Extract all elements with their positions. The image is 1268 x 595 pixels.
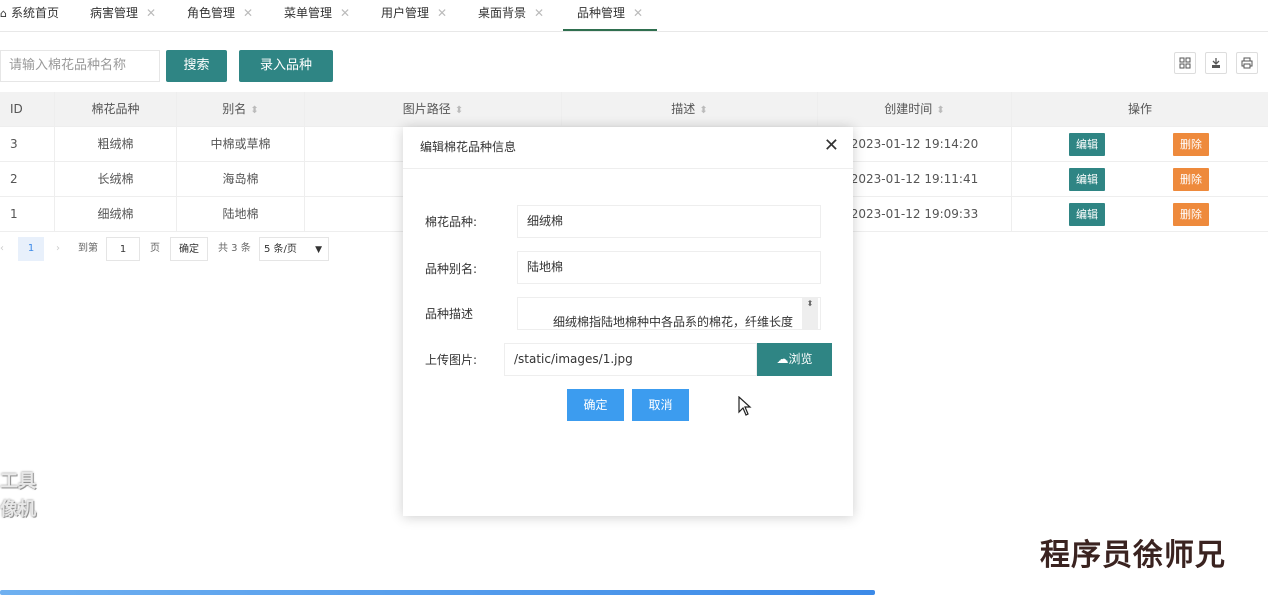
tab-role[interactable]: 角色管理 ✕ <box>187 0 253 31</box>
header-desc[interactable]: 描述 ⬍ <box>562 92 818 127</box>
header-label: 创建时间 <box>884 102 933 116</box>
page-size-select[interactable]: 5 条/页 ▼ <box>259 237 329 261</box>
cell-variety: 长绒棉 <box>55 162 177 197</box>
edit-button[interactable]: 编辑 <box>1069 168 1105 191</box>
tab-label: 品种管理 <box>577 6 626 20</box>
sort-icon[interactable]: ⬍ <box>250 105 258 116</box>
cell-alias: 陆地棉 <box>177 197 305 232</box>
edit-button[interactable]: 编辑 <box>1069 203 1105 226</box>
cell-alias: 中棉或草棉 <box>177 127 305 162</box>
tab-variety[interactable]: 品种管理 ✕ <box>563 0 658 31</box>
tab-home[interactable]: ⌂ 系统首页 <box>0 0 59 31</box>
desc-label: 品种描述 <box>425 307 474 321</box>
mouse-cursor-icon <box>738 396 752 416</box>
tab-label: 桌面背景 <box>478 6 527 20</box>
cell-id: 1 <box>0 197 55 232</box>
chevron-down-icon: ▼ <box>315 245 322 255</box>
tab-label: 角色管理 <box>187 6 236 20</box>
cell-variety: 粗绒棉 <box>55 127 177 162</box>
edit-variety-dialog: 编辑棉花品种信息 ✕ 棉花品种: 细绒棉 品种别名: 陆地棉 品种描述 细绒棉指… <box>403 127 853 516</box>
sort-icon[interactable]: ⬍ <box>936 105 944 116</box>
dialog-title: 编辑棉花品种信息 <box>420 140 517 154</box>
close-icon[interactable]: ✕ <box>243 6 253 20</box>
tab-label: 病害管理 <box>90 6 139 20</box>
close-icon[interactable]: ✕ <box>340 6 350 20</box>
close-icon[interactable]: ✕ <box>824 136 839 156</box>
goto-confirm-button[interactable]: 确定 <box>170 237 208 261</box>
page-1[interactable]: 1 <box>18 237 44 261</box>
page-size-value: 5 条/页 <box>264 244 297 255</box>
sort-icon[interactable]: ⬍ <box>455 105 463 116</box>
upload-path-input[interactable]: /static/images/1.jpg <box>504 343 757 376</box>
tab-user[interactable]: 用户管理 ✕ <box>381 0 447 31</box>
tab-desktop-bg[interactable]: 桌面背景 ✕ <box>478 0 544 31</box>
header-created[interactable]: 创建时间 ⬍ <box>818 92 1012 127</box>
close-icon[interactable]: ✕ <box>633 6 643 20</box>
cell-variety: 细绒棉 <box>55 197 177 232</box>
header-alias[interactable]: 别名 ⬍ <box>177 92 305 127</box>
browse-label: 浏览 <box>788 352 813 366</box>
tab-label: 系统首页 <box>10 6 59 20</box>
page-unit: 页 <box>150 243 160 254</box>
progress-fill <box>0 590 875 595</box>
close-icon[interactable]: ✕ <box>146 6 156 20</box>
cell-actions: 编辑 删除 <box>1012 197 1268 232</box>
overlay-text: 像机 <box>0 499 36 520</box>
watermark: 程序员徐师兄 <box>1040 538 1226 573</box>
close-icon[interactable]: ✕ <box>534 6 544 20</box>
header-id: ID <box>0 92 55 127</box>
header-label: 描述 <box>671 102 696 116</box>
columns-icon[interactable] <box>1174 52 1196 74</box>
ok-button[interactable]: 确定 <box>567 389 624 421</box>
tab-bar: ⌂ 系统首页 病害管理 ✕ 角色管理 ✕ 菜单管理 ✕ 用户管理 ✕ 桌面背景 ✕ 品种管理… <box>0 0 1268 32</box>
sort-icon[interactable]: ⬍ <box>699 105 707 116</box>
search-input[interactable]: 请输入棉花品种名称 <box>0 50 160 82</box>
export-icon[interactable] <box>1205 52 1227 74</box>
video-progress-bar[interactable] <box>0 590 1268 595</box>
delete-button[interactable]: 删除 <box>1173 168 1209 191</box>
print-icon[interactable] <box>1236 52 1258 74</box>
header-path[interactable]: 图片路径 ⬍ <box>305 92 562 127</box>
overlay-text: 工具 <box>0 471 36 492</box>
desc-text: 细绒棉指陆地棉种中各品系的棉花，纤维长度 <box>553 315 794 329</box>
add-variety-button[interactable]: 录入品种 <box>239 50 333 82</box>
variety-label: 棉花品种: <box>425 215 478 229</box>
delete-button[interactable]: 删除 <box>1173 203 1209 226</box>
upload-label: 上传图片: <box>425 353 478 367</box>
home-icon: ⌂ <box>0 7 7 20</box>
goto-label: 到第 <box>78 243 98 254</box>
total-count: 共 3 条 <box>218 243 251 254</box>
cell-alias: 海岛棉 <box>177 162 305 197</box>
cell-actions: 编辑 删除 <box>1012 127 1268 162</box>
alias-field[interactable]: 陆地棉 <box>517 251 821 284</box>
dialog-header: 编辑棉花品种信息 ✕ <box>403 127 853 169</box>
cell-id: 3 <box>0 127 55 162</box>
header-label: 别名 <box>222 102 247 116</box>
tab-label: 用户管理 <box>381 6 430 20</box>
header-variety: 棉花品种 <box>55 92 177 127</box>
goto-page-input[interactable]: 1 <box>106 237 140 261</box>
desc-textarea[interactable]: 细绒棉指陆地棉种中各品系的棉花，纤维长度 ⬍ <box>517 297 821 330</box>
variety-field[interactable]: 细绒棉 <box>517 205 821 238</box>
browse-button[interactable]: ☁浏览 <box>757 343 832 376</box>
delete-button[interactable]: 删除 <box>1173 133 1209 156</box>
textarea-scrollbar[interactable]: ⬍ <box>802 298 818 329</box>
prev-page-icon[interactable]: ‹ <box>0 237 4 261</box>
cell-id: 2 <box>0 162 55 197</box>
tab-label: 菜单管理 <box>284 6 333 20</box>
close-icon[interactable]: ✕ <box>437 6 447 20</box>
search-button[interactable]: 搜索 <box>166 50 227 82</box>
table-header: ID 棉花品种 别名 ⬍ 图片路径 ⬍ 描述 ⬍ 创建时间 ⬍ 操作 <box>0 92 1268 127</box>
tab-menu[interactable]: 菜单管理 ✕ <box>284 0 350 31</box>
header-label: 图片路径 <box>402 102 451 116</box>
edit-button[interactable]: 编辑 <box>1069 133 1105 156</box>
next-page-icon[interactable]: › <box>56 237 60 261</box>
header-actions: 操作 <box>1127 102 1152 116</box>
cell-actions: 编辑 删除 <box>1012 162 1268 197</box>
cancel-button[interactable]: 取消 <box>632 389 689 421</box>
alias-label: 品种别名: <box>425 262 478 276</box>
tab-disease[interactable]: 病害管理 ✕ <box>90 0 156 31</box>
cloud-upload-icon: ☁ <box>776 352 789 366</box>
